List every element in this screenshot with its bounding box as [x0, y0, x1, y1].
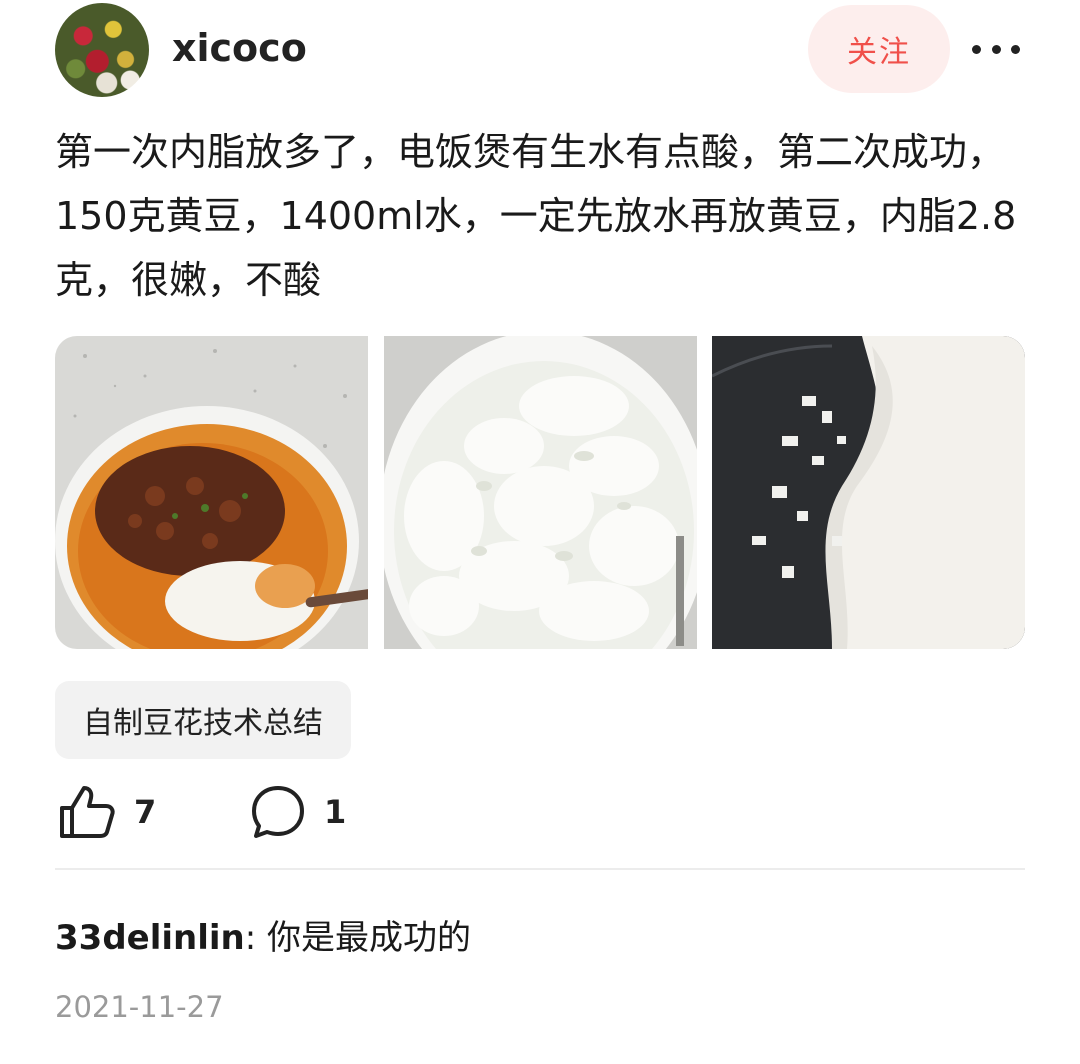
photo-tofu-chili[interactable] [55, 336, 368, 649]
comment-text: 你是最成功的 [267, 918, 472, 958]
like-button[interactable]: 7 [58, 784, 156, 840]
comment-username[interactable]: 33delinlin [55, 918, 245, 958]
more-dots-icon[interactable] [972, 36, 1020, 62]
comment-bubble-icon [252, 786, 304, 838]
comment-count: 1 [324, 793, 347, 831]
post-date: 2021-11-27 [55, 990, 224, 1024]
username[interactable]: xicoco [172, 26, 307, 70]
like-count: 7 [134, 793, 157, 831]
comment-item[interactable]: 33delinlin: 你是最成功的 [55, 910, 471, 959]
comment-button[interactable]: 1 [250, 784, 346, 840]
follow-button[interactable]: 关注 [808, 5, 950, 93]
photo-tofu-bowl[interactable] [384, 336, 697, 649]
avatar[interactable] [55, 3, 149, 97]
thumbs-up-icon [60, 786, 115, 838]
post-text: 第一次内脂放多了，电饭煲有生水有点酸，第二次成功，150克黄豆，1400ml水，… [55, 130, 1017, 302]
comment-separator: : [244, 918, 268, 958]
divider [55, 868, 1025, 870]
photo-cooker-pot[interactable] [712, 336, 1025, 649]
topic-tag[interactable]: 自制豆花技术总结 [55, 681, 351, 759]
